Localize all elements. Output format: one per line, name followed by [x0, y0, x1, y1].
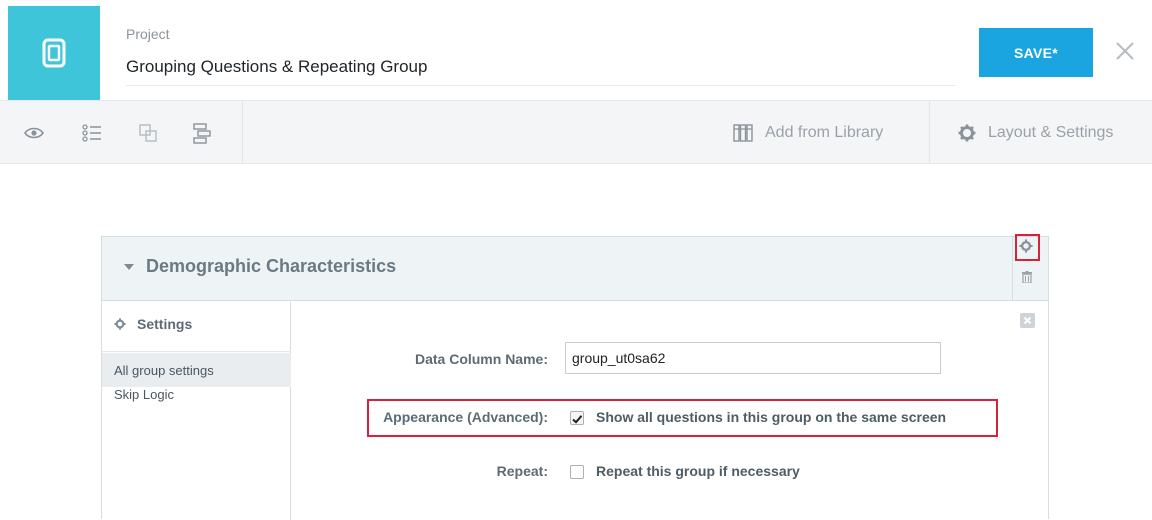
settings-header: Settings — [114, 316, 192, 332]
sidebar-item-label: All group settings — [114, 362, 214, 378]
appearance-label: Appearance (Advanced): — [383, 409, 548, 425]
layout-settings-label: Layout & Settings — [988, 124, 1114, 141]
toolbar-separator — [242, 101, 243, 163]
project-label: Project — [126, 26, 170, 42]
repeat-checkbox[interactable] — [570, 465, 584, 479]
collapse-caret-icon[interactable] — [124, 264, 134, 270]
save-button[interactable]: SAVE* — [979, 28, 1093, 77]
form-toolbar: Add from Library Layout & Settings — [0, 100, 1152, 164]
sidebar-item-all-group-settings[interactable]: All group settings — [102, 353, 291, 387]
data-column-name-input[interactable] — [565, 342, 941, 374]
skip-logic-icon[interactable] — [191, 122, 213, 144]
group-header: Demographic Characteristics — [102, 234, 1048, 301]
sidebar-divider — [102, 351, 291, 352]
checkmark-icon — [572, 415, 583, 424]
gear-highlight-box — [1015, 234, 1040, 261]
title-underline — [126, 85, 956, 86]
gear-icon — [958, 124, 976, 142]
appearance-checkbox[interactable] — [570, 411, 584, 425]
sidebar-item-label: Skip Logic — [114, 387, 174, 402]
group-title[interactable]: Demographic Characteristics — [146, 256, 396, 277]
app-header: Project Grouping Questions & Repeating G… — [0, 0, 1152, 100]
trash-icon[interactable] — [1022, 271, 1032, 283]
settings-sidebar: Settings All group settings Skip Logic — [102, 302, 291, 520]
repeat-option-label[interactable]: Repeat this group if necessary — [596, 463, 800, 479]
project-title-input[interactable]: Grouping Questions & Repeating Group — [126, 57, 427, 77]
group-questions-icon[interactable] — [137, 122, 159, 144]
toolbar-separator — [929, 101, 930, 163]
close-icon[interactable] — [1112, 38, 1138, 64]
app-logo[interactable] — [8, 6, 100, 100]
appearance-option-label[interactable]: Show all questions in this group on the … — [596, 409, 946, 425]
group-card: Demographic Characteristics Settings All… — [101, 234, 1049, 520]
preview-eye-icon[interactable] — [23, 122, 45, 144]
add-from-library-button[interactable]: Add from Library — [733, 119, 883, 147]
settings-header-label: Settings — [137, 316, 193, 332]
repeat-label: Repeat: — [496, 463, 548, 479]
sidebar-item-skip-logic[interactable]: Skip Logic — [102, 387, 291, 417]
gear-icon — [114, 318, 126, 330]
mobile-icon — [42, 38, 66, 68]
add-from-library-label: Add from Library — [765, 124, 884, 141]
data-column-name-label: Data Column Name: — [414, 351, 548, 367]
library-icon — [733, 124, 753, 142]
close-settings-icon[interactable] — [1020, 313, 1035, 328]
layout-settings-button[interactable]: Layout & Settings — [958, 119, 1113, 147]
question-list-icon[interactable] — [81, 122, 103, 144]
